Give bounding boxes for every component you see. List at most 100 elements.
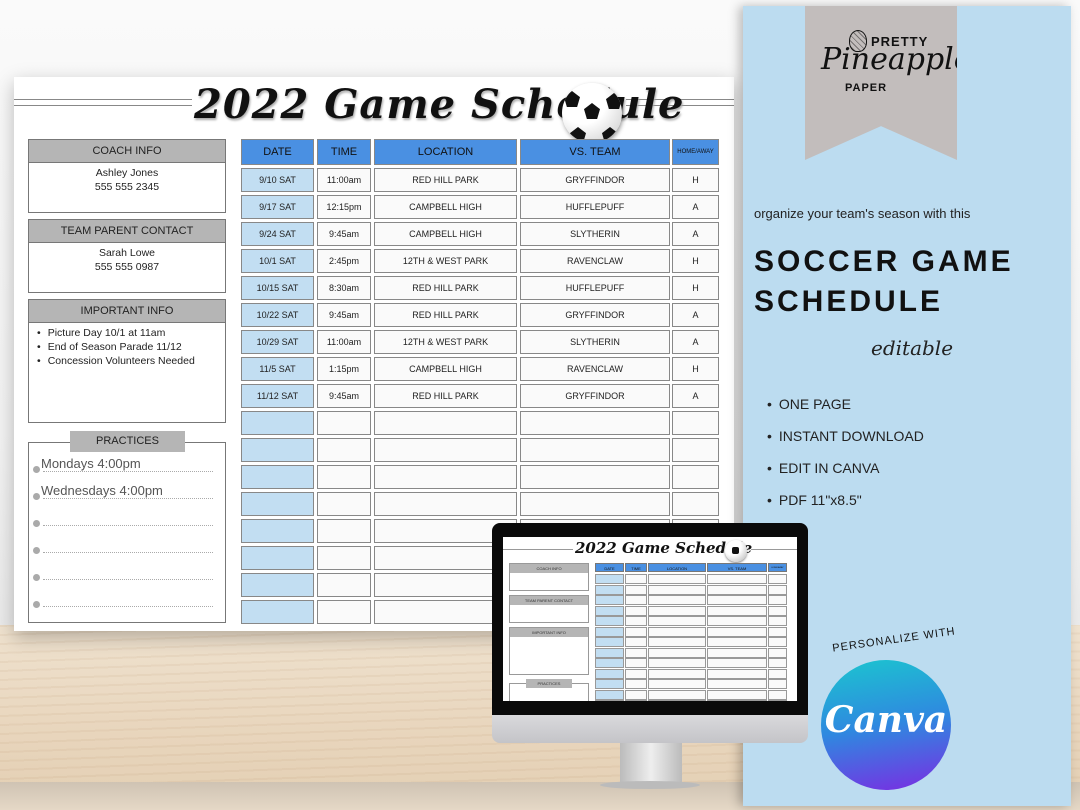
cell-location[interactable] <box>374 438 517 462</box>
cell-vs-team[interactable]: RAVENCLAW <box>520 249 670 273</box>
mini-cell <box>625 584 647 595</box>
cell-location[interactable]: CAMPBELL HIGH <box>374 195 517 219</box>
mini-cell <box>707 605 767 616</box>
cell-vs-team[interactable]: GRYFFINDOR <box>520 303 670 327</box>
cell-home-away[interactable] <box>672 438 719 462</box>
cell-time[interactable]: 11:00am <box>317 168 371 192</box>
mini-cell <box>625 637 647 647</box>
cell-location[interactable]: RED HILL PARK <box>374 303 517 327</box>
cell-home-away[interactable]: A <box>672 222 719 246</box>
cell-date[interactable] <box>241 546 314 570</box>
important-info-item[interactable]: Picture Day 10/1 at 11am <box>37 326 225 340</box>
cell-date[interactable]: 9/24 SAT <box>241 222 314 246</box>
cell-vs-team[interactable]: GRYFFINDOR <box>520 384 670 408</box>
cell-location[interactable]: 12TH & WEST PARK <box>374 330 517 354</box>
cell-home-away[interactable]: A <box>672 330 719 354</box>
practice-line[interactable] <box>33 590 213 608</box>
cell-vs-team[interactable] <box>520 411 670 435</box>
cell-date[interactable] <box>241 465 314 489</box>
cell-time[interactable]: 2:45pm <box>317 249 371 273</box>
cell-home-away[interactable]: H <box>672 357 719 381</box>
practice-line[interactable]: Mondays 4:00pm <box>33 455 213 473</box>
cell-time[interactable]: 9:45am <box>317 222 371 246</box>
cell-vs-team[interactable] <box>520 492 670 516</box>
cell-time[interactable]: 12:15pm <box>317 195 371 219</box>
cell-vs-team[interactable] <box>520 438 670 462</box>
cell-date[interactable] <box>241 600 314 624</box>
feature-item: INSTANT DOWNLOAD <box>767 428 924 460</box>
cell-date[interactable]: 10/29 SAT <box>241 330 314 354</box>
mini-title-divider <box>751 549 797 550</box>
monitor-chin <box>492 715 808 743</box>
cell-time[interactable]: 1:15pm <box>317 357 371 381</box>
cell-location[interactable]: 12TH & WEST PARK <box>374 249 517 273</box>
cell-date[interactable]: 9/10 SAT <box>241 168 314 192</box>
cell-date[interactable]: 9/17 SAT <box>241 195 314 219</box>
cell-date[interactable]: 11/12 SAT <box>241 384 314 408</box>
team-parent-name[interactable]: Sarah Lowe <box>29 246 225 260</box>
cell-time[interactable]: 11:00am <box>317 330 371 354</box>
cell-time[interactable] <box>317 411 371 435</box>
cell-date[interactable]: 11/5 SAT <box>241 357 314 381</box>
cell-date[interactable]: 10/22 SAT <box>241 303 314 327</box>
cell-time[interactable] <box>317 492 371 516</box>
mini-cell <box>625 605 647 616</box>
cell-vs-team[interactable] <box>520 465 670 489</box>
cell-time[interactable] <box>317 546 371 570</box>
cell-home-away[interactable]: H <box>672 168 719 192</box>
canva-badge: PERSONALIZE WITH Canva <box>815 625 956 790</box>
cell-time[interactable]: 9:45am <box>317 303 371 327</box>
cell-location[interactable]: CAMPBELL HIGH <box>374 357 517 381</box>
cell-location[interactable]: RED HILL PARK <box>374 276 517 300</box>
cell-vs-team[interactable]: RAVENCLAW <box>520 357 670 381</box>
cell-time[interactable] <box>317 465 371 489</box>
cell-time[interactable] <box>317 600 371 624</box>
important-info-item[interactable]: Concession Volunteers Needed <box>37 354 225 368</box>
header-location: LOCATION <box>374 139 517 165</box>
cell-home-away[interactable] <box>672 411 719 435</box>
coach-phone[interactable]: 555 555 2345 <box>29 180 225 194</box>
cell-location[interactable]: RED HILL PARK <box>374 168 517 192</box>
cell-home-away[interactable]: H <box>672 276 719 300</box>
feature-list: ONE PAGE INSTANT DOWNLOAD EDIT IN CANVA … <box>767 396 924 524</box>
cell-date[interactable]: 10/15 SAT <box>241 276 314 300</box>
cell-vs-team[interactable]: HUFFLEPUFF <box>520 276 670 300</box>
cell-date[interactable]: 10/1 SAT <box>241 249 314 273</box>
cell-time[interactable] <box>317 519 371 543</box>
cell-location[interactable]: CAMPBELL HIGH <box>374 222 517 246</box>
cell-vs-team[interactable]: GRYFFINDOR <box>520 168 670 192</box>
mini-cell <box>595 637 624 647</box>
cell-vs-team[interactable]: HUFFLEPUFF <box>520 195 670 219</box>
cell-home-away[interactable] <box>672 492 719 516</box>
cell-date[interactable] <box>241 411 314 435</box>
cell-time[interactable] <box>317 438 371 462</box>
cell-home-away[interactable]: H <box>672 249 719 273</box>
cell-date[interactable] <box>241 438 314 462</box>
cell-time[interactable]: 8:30am <box>317 276 371 300</box>
cell-time[interactable] <box>317 573 371 597</box>
mini-cell <box>707 584 767 595</box>
cell-vs-team[interactable]: SLYTHERIN <box>520 222 670 246</box>
cell-time[interactable]: 9:45am <box>317 384 371 408</box>
cell-date[interactable] <box>241 492 314 516</box>
brand-paper: PAPER <box>845 82 888 94</box>
practice-line[interactable] <box>33 509 213 527</box>
cell-home-away[interactable]: A <box>672 303 719 327</box>
important-info-item[interactable]: End of Season Parade 11/12 <box>37 340 225 354</box>
practice-line[interactable] <box>33 563 213 581</box>
cell-location[interactable] <box>374 411 517 435</box>
title-divider-left <box>14 99 192 100</box>
team-parent-phone[interactable]: 555 555 0987 <box>29 260 225 274</box>
cell-home-away[interactable]: A <box>672 195 719 219</box>
cell-vs-team[interactable]: SLYTHERIN <box>520 330 670 354</box>
cell-home-away[interactable] <box>672 465 719 489</box>
cell-location[interactable] <box>374 465 517 489</box>
cell-date[interactable] <box>241 519 314 543</box>
practice-line[interactable] <box>33 536 213 554</box>
practice-line[interactable]: Wednesdays 4:00pm <box>33 482 213 500</box>
cell-location[interactable] <box>374 492 517 516</box>
cell-location[interactable]: RED HILL PARK <box>374 384 517 408</box>
coach-name[interactable]: Ashley Jones <box>29 166 225 180</box>
cell-date[interactable] <box>241 573 314 597</box>
cell-home-away[interactable]: A <box>672 384 719 408</box>
